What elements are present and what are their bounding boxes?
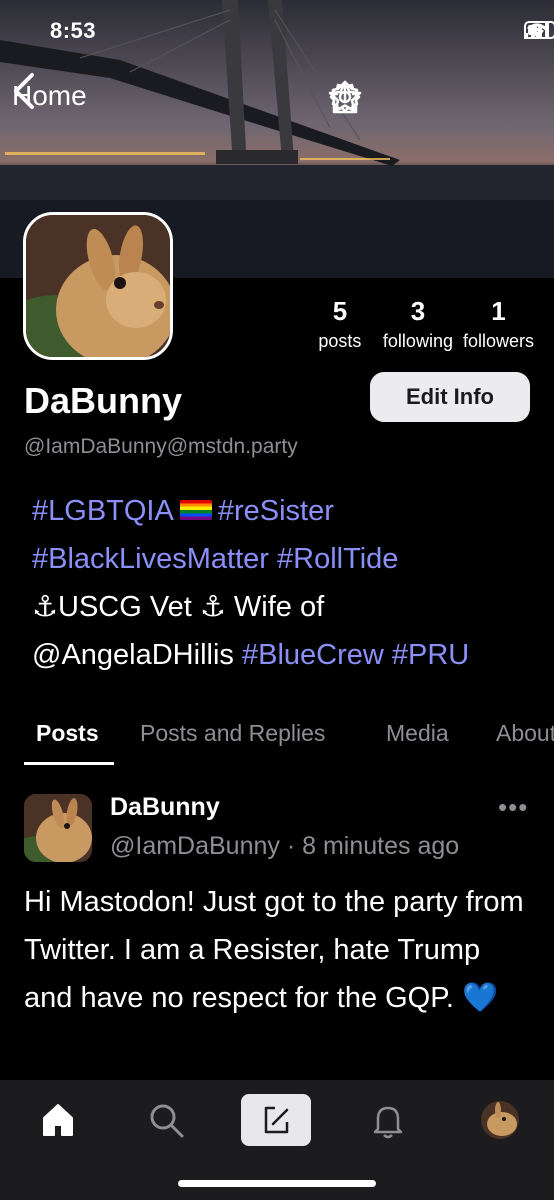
home-icon[interactable]: [36, 1098, 80, 1142]
post-author-avatar[interactable]: [24, 794, 92, 862]
display-name: DaBunny: [24, 380, 183, 421]
nav-actions: [326, 78, 528, 116]
stat-label: posts: [318, 331, 362, 351]
rainbow-flag-icon: [179, 500, 212, 521]
back-chevron-icon: [14, 73, 34, 109]
mention-link[interactable]: @AngelaDHillis: [32, 639, 234, 671]
bell-icon[interactable]: [366, 1098, 410, 1142]
tab-posts[interactable]: Posts: [36, 720, 99, 747]
profile-avatar[interactable]: [23, 212, 173, 360]
bunny-photo: [26, 215, 170, 357]
profile-stats: 5 posts 3 following 1 followers: [307, 296, 534, 352]
tab-about[interactable]: About: [496, 720, 554, 747]
hashtag-link[interactable]: #RollTide: [277, 543, 398, 575]
hashtag-link[interactable]: #BlueCrew: [242, 639, 384, 671]
status-bar: 8:53: [0, 0, 554, 62]
bio-line-3: ⚓USCG Vet ⚓ Wife of: [32, 591, 325, 623]
search-icon[interactable]: [144, 1098, 188, 1142]
stat-value: 3: [410, 296, 426, 326]
share-icon[interactable]: [332, 78, 446, 116]
bio-line-4: @AngelaDHillis #BlueCrew #PRU: [32, 631, 542, 679]
post-text: Hi Mastodon! Just got to the party from …: [24, 886, 524, 1014]
hashtag-link[interactable]: #reSister: [218, 495, 334, 527]
compose-button[interactable]: [241, 1094, 311, 1146]
tab-posts-and-replies[interactable]: Posts and Replies: [140, 720, 325, 747]
blue-heart-emoji: 💙: [461, 982, 499, 1014]
gear-icon[interactable]: [329, 78, 528, 116]
bio-line-1: #LGBTQIA #reSister: [32, 487, 542, 535]
bio-line-2: #BlackLivesMatter #RollTide: [32, 535, 542, 583]
compose-icon: [264, 1106, 289, 1134]
post-content: Hi Mastodon! Just got to the party from …: [24, 878, 524, 1022]
stat-label: followers: [462, 331, 534, 351]
home-indicator: [178, 1180, 376, 1187]
tab-media[interactable]: Media: [386, 720, 449, 747]
post-author-name: DaBunny: [110, 793, 220, 821]
profile-tabs: Posts Posts and Replies Media About: [0, 712, 554, 766]
navigation-bar: Home: [0, 72, 554, 120]
battery-icon: [524, 21, 554, 39]
account-handle: @IamDaBunny@mstdn.party: [24, 435, 298, 458]
active-tab-indicator: [24, 762, 114, 765]
stat-value: 1: [491, 296, 506, 326]
stat-value: 5: [332, 296, 348, 326]
status-time: 8:53: [50, 18, 97, 43]
stat-following[interactable]: 3 following: [383, 296, 453, 352]
more-options-icon[interactable]: •••: [498, 792, 528, 823]
hashtag-link[interactable]: #LGBTQIA: [32, 495, 174, 527]
post-meta: @IamDaBunny · 8 minutes ago: [110, 832, 460, 860]
profile-avatar-icon[interactable]: [478, 1098, 522, 1142]
stat-label: following: [382, 331, 453, 351]
bunny-thumbnail: [24, 794, 92, 862]
profile-bio: #LGBTQIA #reSister #BlackLivesMatter #Rol…: [32, 487, 542, 679]
edit-info-button[interactable]: Edit Info: [370, 372, 530, 422]
back-button[interactable]: Home: [12, 72, 87, 120]
stat-followers[interactable]: 1 followers: [463, 296, 534, 352]
stat-posts[interactable]: 5 posts: [307, 296, 373, 352]
hashtag-link[interactable]: #BlackLivesMatter: [32, 543, 269, 575]
hashtag-link[interactable]: #PRU: [392, 639, 469, 671]
